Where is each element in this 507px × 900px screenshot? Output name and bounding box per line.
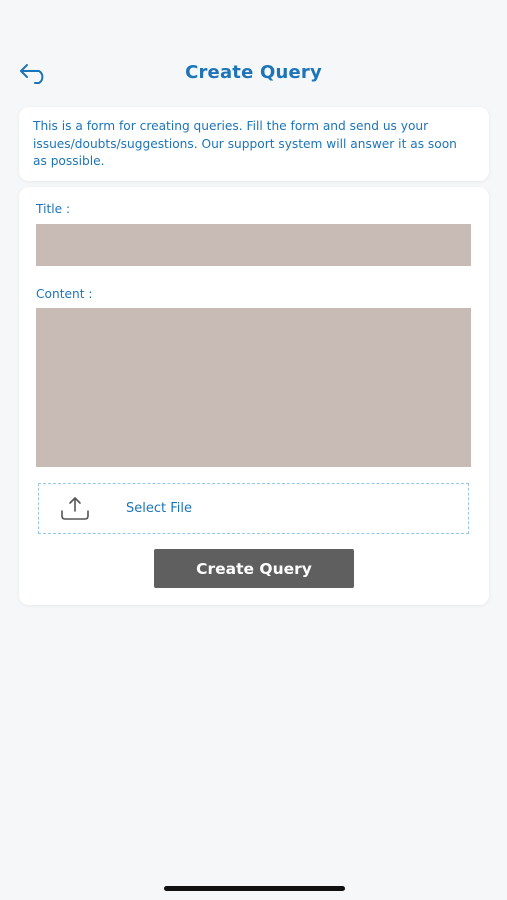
content-textarea[interactable] — [36, 308, 471, 467]
title-input[interactable] — [36, 224, 471, 266]
title-label: Title : — [36, 202, 71, 216]
info-text: This is a form for creating queries. Fil… — [33, 119, 457, 168]
info-card: This is a form for creating queries. Fil… — [19, 107, 489, 181]
select-file-dropzone[interactable]: Select File — [38, 483, 469, 534]
content-label: Content : — [36, 287, 93, 301]
page-title: Create Query — [185, 62, 322, 83]
upload-icon — [61, 497, 89, 520]
select-file-label: Select File — [126, 501, 192, 516]
header-bar: Create Query — [0, 52, 507, 96]
create-query-button[interactable]: Create Query — [154, 549, 354, 588]
home-indicator — [164, 886, 345, 891]
query-form: Title : Content : Select File Create Que… — [19, 187, 489, 605]
